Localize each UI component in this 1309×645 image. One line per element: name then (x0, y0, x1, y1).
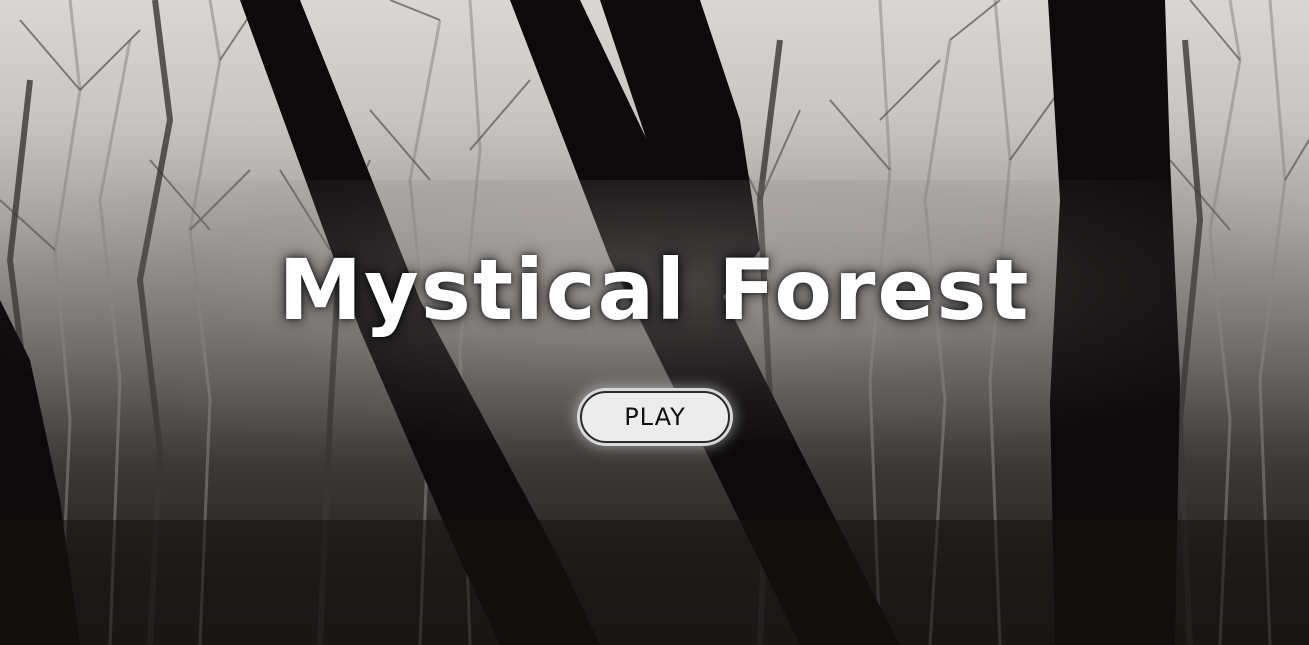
play-button[interactable]: PLAY (580, 391, 730, 443)
game-title: Mystical Forest (278, 241, 1031, 339)
game-start-screen: Mystical Forest PLAY (0, 0, 1309, 645)
